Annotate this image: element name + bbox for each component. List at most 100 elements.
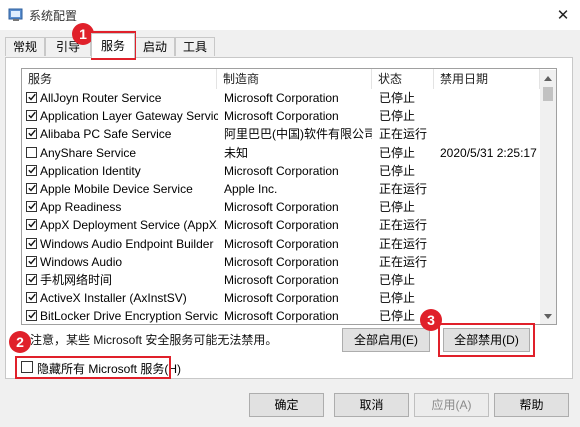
cell-date	[440, 253, 540, 271]
tab-services[interactable]: 服务	[91, 33, 135, 58]
table-row[interactable]: Windows Audio Endpoint Builder Microsoft …	[22, 235, 540, 253]
cell-status: 已停止	[379, 291, 416, 306]
cell-status: 正在运行	[379, 236, 428, 251]
cell-status: 正在运行	[379, 127, 428, 142]
cell-service: 手机网络时间	[40, 273, 113, 287]
cell-vendor: 未知	[224, 145, 249, 160]
cell-vendor: Microsoft Corporation	[224, 109, 339, 124]
scroll-thumb[interactable]	[543, 87, 553, 101]
cell-vendor: Microsoft Corporation	[224, 309, 339, 324]
table-row[interactable]: Apple Mobile Device Service Apple Inc. 正在运…	[22, 180, 540, 198]
vertical-scrollbar[interactable]	[540, 70, 556, 324]
highlight-box-hide-microsoft	[15, 356, 171, 379]
table-row[interactable]: AllJoyn Router Service Microsoft Corporat…	[22, 89, 540, 107]
table-row[interactable]: Alibaba PC Safe Service 阿里巴巴(中国)软件有限公司 正在运…	[22, 125, 540, 143]
msconfig-app-icon	[8, 7, 24, 23]
cell-date	[440, 198, 540, 216]
service-checkbox[interactable]	[26, 164, 37, 176]
cell-vendor: Microsoft Corporation	[224, 163, 339, 178]
cell-vendor: Microsoft Corporation	[224, 236, 339, 251]
cell-service: Application Identity	[40, 163, 141, 178]
column-header-disabled-date[interactable]: 禁用日期	[434, 69, 540, 89]
cell-status: 已停止	[379, 200, 416, 215]
tab-tools[interactable]: 工具	[175, 37, 215, 56]
column-header-status[interactable]: 状态	[372, 69, 434, 89]
cell-date	[440, 89, 540, 107]
cell-vendor: Microsoft Corporation	[224, 200, 339, 215]
cell-service: ActiveX Installer (AxInstSV)	[40, 291, 187, 306]
service-checkbox[interactable]	[26, 255, 37, 267]
cell-service: AnyShare Service	[40, 145, 137, 160]
cell-vendor: Apple Inc.	[224, 182, 278, 196]
step-badge-3: 3	[420, 309, 442, 331]
service-checkbox[interactable]	[26, 219, 37, 231]
table-row[interactable]: ActiveX Installer (AxInstSV) Microsoft Co…	[22, 289, 540, 307]
service-checkbox[interactable]	[26, 201, 37, 213]
cell-service: Windows Audio	[40, 254, 123, 269]
table-row[interactable]: Windows Audio Microsoft Corporation 正在运行	[22, 253, 540, 271]
cell-date	[440, 162, 540, 180]
cell-date: 2020/5/31 2:25:17	[440, 145, 537, 160]
table-row[interactable]: AnyShare Service 未知 已停止 2020/5/31 2:25:17	[22, 144, 540, 162]
cell-status: 已停止	[379, 273, 416, 287]
cell-service: Application Layer Gateway Service	[40, 109, 218, 124]
cell-status: 已停止	[379, 109, 416, 124]
service-checkbox[interactable]	[26, 183, 37, 194]
help-button[interactable]: 帮助	[494, 393, 569, 417]
window-title: 系统配置	[29, 9, 78, 23]
cell-vendor: 阿里巴巴(中国)软件有限公司	[224, 127, 372, 142]
cell-service: Apple Mobile Device Service	[40, 182, 193, 196]
service-checkbox[interactable]	[26, 274, 37, 285]
close-button[interactable]: ✕	[546, 0, 580, 30]
cell-date	[440, 180, 540, 198]
service-checkbox[interactable]	[26, 237, 37, 249]
table-row[interactable]: Application Identity Microsoft Corporatio…	[22, 162, 540, 180]
cell-status: 已停止	[379, 145, 416, 160]
cell-date	[440, 289, 540, 307]
table-row[interactable]: 手机网络时间 Microsoft Corporation 已停止	[22, 271, 540, 289]
table-row[interactable]: Application Layer Gateway Service Microso…	[22, 107, 540, 125]
cell-vendor: Microsoft Corporation	[224, 291, 339, 306]
cell-service: Alibaba PC Safe Service	[40, 127, 172, 142]
cell-vendor: Microsoft Corporation	[224, 218, 339, 233]
column-header-vendor[interactable]: 制造商	[217, 69, 372, 89]
enable-all-button[interactable]: 全部启用(E)	[342, 328, 430, 352]
cell-service: Windows Audio Endpoint Builder	[40, 236, 214, 251]
notice-text: 注意，某些 Microsoft 安全服务可能无法禁用。	[30, 333, 278, 347]
cell-vendor: Microsoft Corporation	[224, 254, 339, 269]
service-checkbox[interactable]	[26, 146, 37, 158]
table-row[interactable]: App Readiness Microsoft Corporation 已停止	[22, 198, 540, 216]
service-checkbox[interactable]	[26, 92, 37, 103]
cell-vendor: Microsoft Corporation	[224, 91, 339, 105]
cell-status: 正在运行	[379, 182, 428, 196]
step-badge-2: 2	[9, 331, 31, 353]
close-icon: ✕	[556, 7, 570, 24]
cell-status: 正在运行	[379, 218, 428, 233]
service-checkbox[interactable]	[26, 110, 37, 122]
cell-vendor: Microsoft Corporation	[224, 273, 339, 287]
tab-startup[interactable]: 启动	[135, 37, 175, 56]
cell-service: AppX Deployment Service (AppX...	[40, 218, 218, 233]
ok-button[interactable]: 确定	[249, 393, 324, 417]
column-header-service[interactable]: 服务	[22, 69, 217, 89]
scroll-down-icon[interactable]	[540, 308, 556, 324]
cell-service: AllJoyn Router Service	[40, 91, 162, 105]
cell-date	[440, 107, 540, 125]
services-list[interactable]: 服务 制造商 状态 禁用日期 AllJoyn Router Service Mic…	[21, 68, 557, 325]
tab-general[interactable]: 常规	[5, 37, 45, 56]
table-row[interactable]: AppX Deployment Service (AppX... Microsof…	[22, 216, 540, 234]
highlight-box-disable-all	[438, 323, 535, 357]
cell-date	[440, 216, 540, 234]
apply-button[interactable]: 应用(A)	[414, 393, 489, 417]
cell-date	[440, 125, 540, 143]
cell-date	[440, 271, 540, 289]
cell-service: App Readiness	[40, 200, 122, 215]
cell-service: BitLocker Drive Encryption Service	[40, 309, 218, 324]
service-checkbox[interactable]	[26, 128, 37, 140]
cancel-button[interactable]: 取消	[334, 393, 409, 417]
cell-date	[440, 235, 540, 253]
scroll-up-icon[interactable]	[540, 70, 556, 86]
service-checkbox[interactable]	[26, 292, 37, 304]
cell-status: 已停止	[379, 91, 416, 105]
service-checkbox[interactable]	[26, 310, 37, 322]
